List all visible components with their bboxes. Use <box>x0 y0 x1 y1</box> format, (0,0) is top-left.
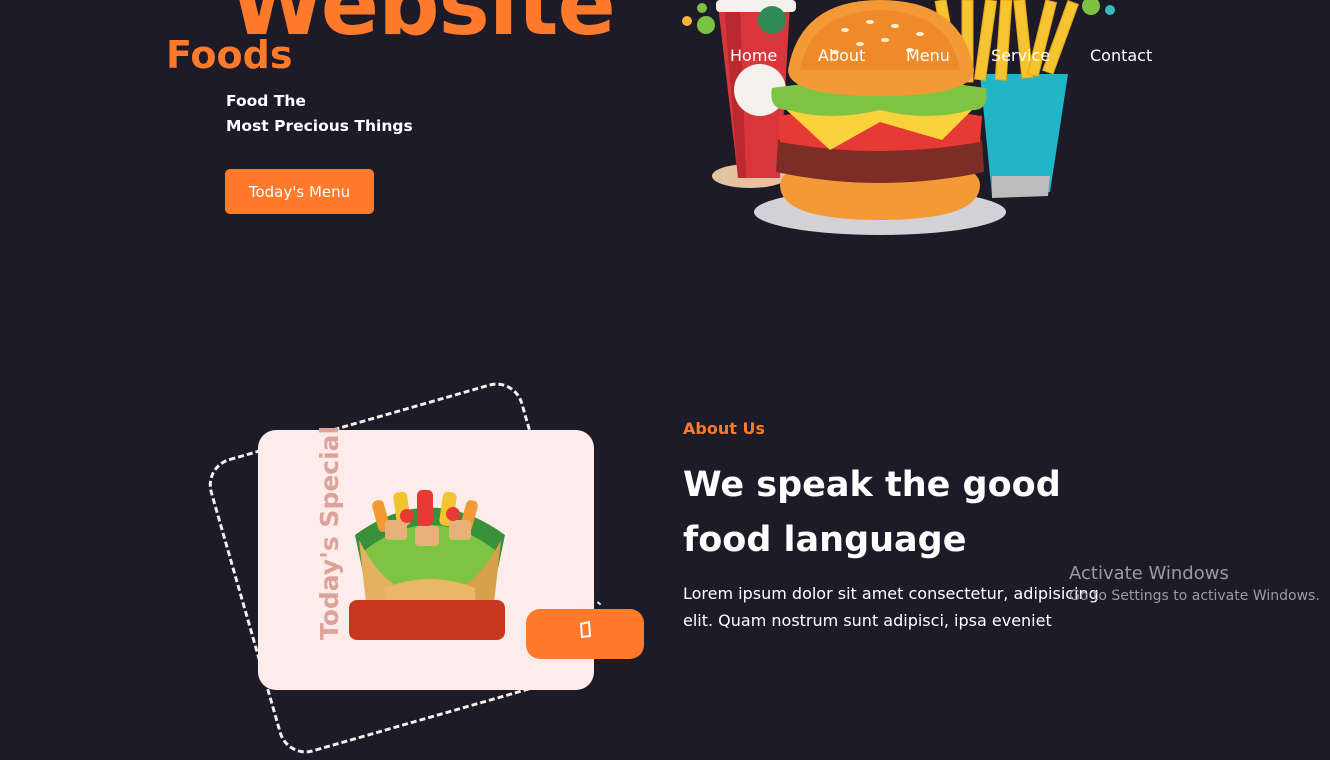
wrap-illustration <box>349 490 505 640</box>
site-logo[interactable]: Foods <box>166 33 292 79</box>
nav-home[interactable]: Home <box>730 46 777 66</box>
heading-line-2: food language <box>683 520 967 560</box>
card-vertical-label: Today's Special <box>281 426 344 640</box>
burger-fries-drink-illustration <box>682 0 1115 235</box>
about-paragraph: Lorem ipsum dolor sit amet consectetur, … <box>683 580 1103 634</box>
todays-menu-button[interactable]: Today's Menu <box>225 169 374 214</box>
paragraph-line-1: Lorem ipsum dolor sit amet consectetur, … <box>683 584 1099 603</box>
paragraph-line-2: elit. Quam nostrum sunt adipisci, ipsa e… <box>683 611 1052 630</box>
nav-about[interactable]: About <box>818 46 865 66</box>
nav-menu[interactable]: Menu <box>906 46 950 66</box>
card-vertical-text: Today's Special <box>315 425 344 640</box>
tagline-line-2: Most Precious Things <box>226 117 413 135</box>
cup-icon <box>579 620 592 638</box>
tagline-line-1: Food The <box>226 92 306 110</box>
about-label: About Us <box>683 419 765 438</box>
nav-service[interactable]: Service <box>991 46 1050 66</box>
heading-line-1: We speak the good <box>683 465 1061 505</box>
hero-tagline: Food The Most Precious Things <box>226 89 413 139</box>
nav-contact[interactable]: Contact <box>1090 46 1152 66</box>
about-heading: We speak the good food language <box>683 458 1061 568</box>
activate-windows-title: Activate Windows <box>1069 563 1229 584</box>
activate-windows-subtitle: Go to Settings to activate Windows. <box>1069 588 1320 604</box>
